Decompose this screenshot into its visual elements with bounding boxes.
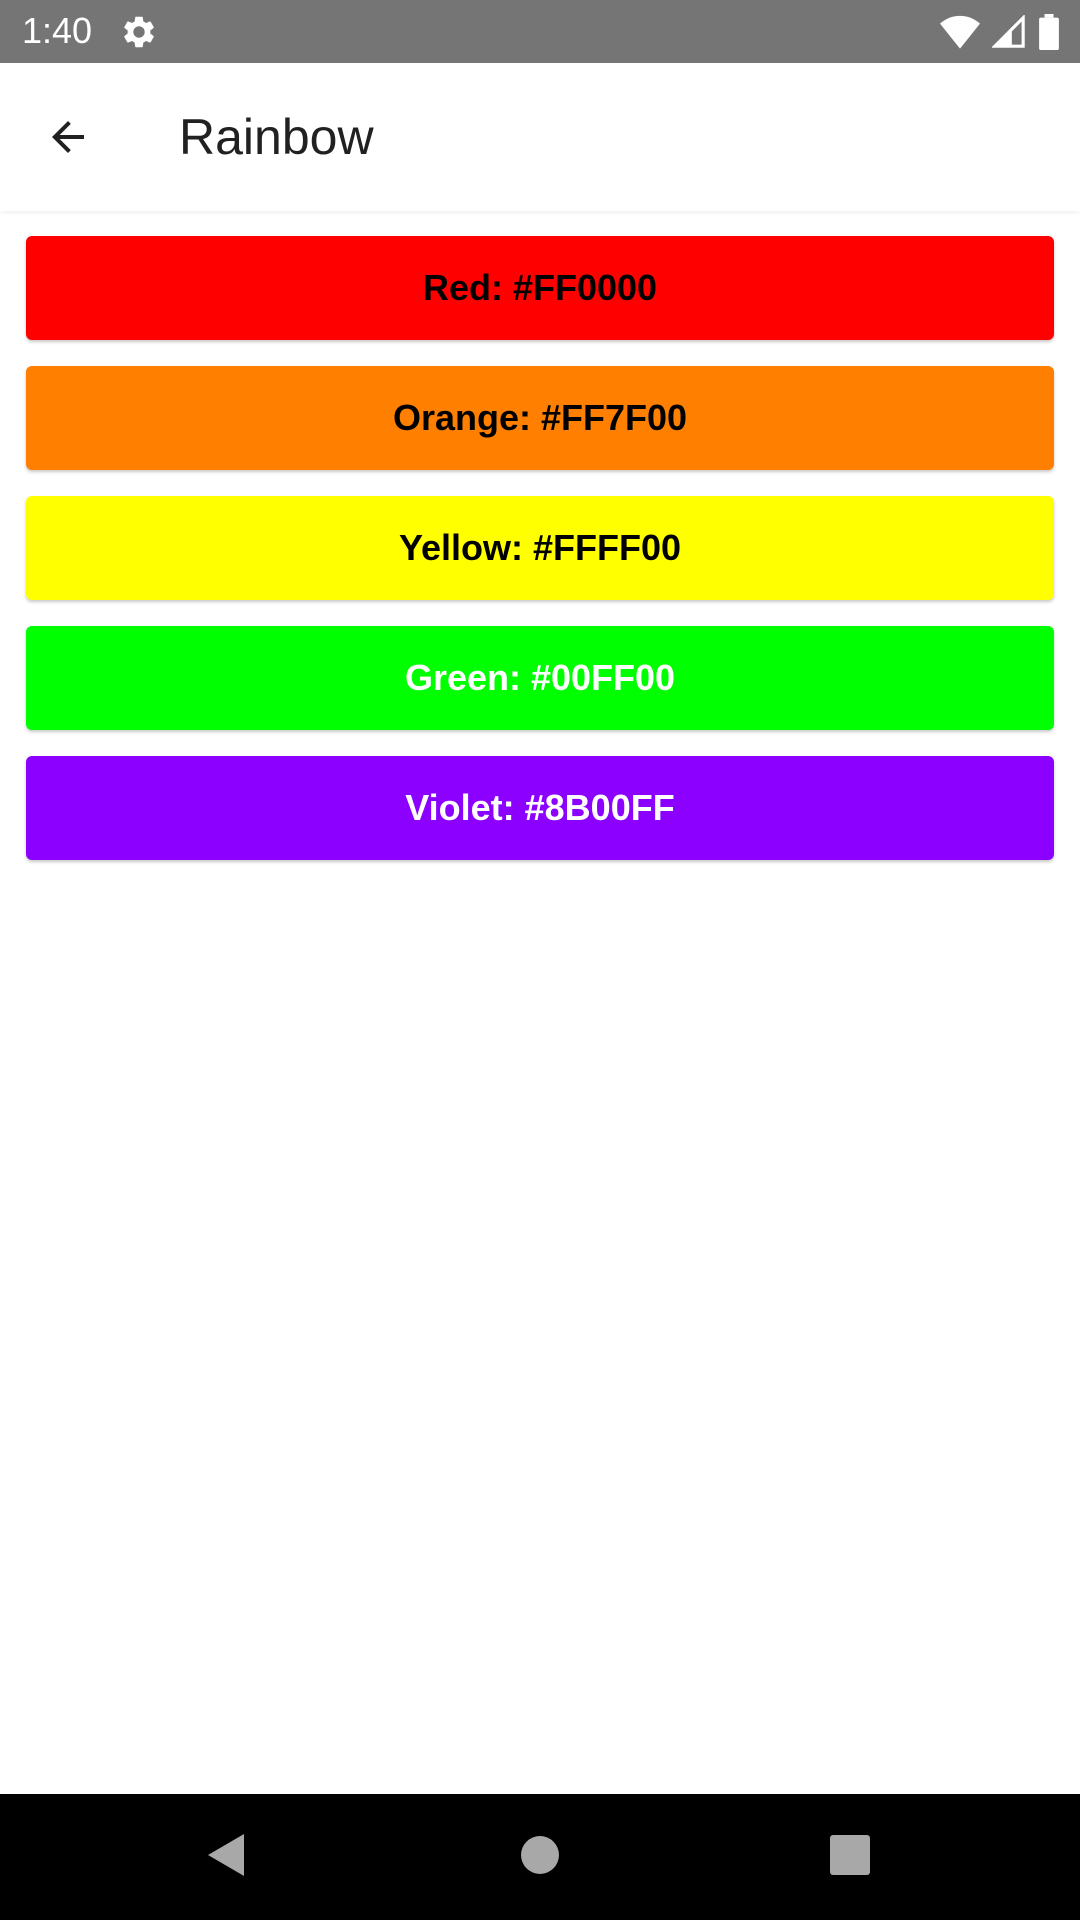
nav-recents-button[interactable] xyxy=(820,1827,880,1887)
status-time: 1:40 xyxy=(22,10,93,51)
color-button-violet[interactable]: Violet: #8B00FF xyxy=(26,756,1054,860)
back-button[interactable] xyxy=(28,99,108,179)
color-button-label: Red: #FF0000 xyxy=(422,267,658,308)
navigation-bar xyxy=(0,1794,1080,1920)
color-button-green[interactable]: Green: #00FF00 xyxy=(26,626,1054,730)
nav-back-button[interactable] xyxy=(195,1827,255,1887)
signal-icon xyxy=(992,15,1026,49)
color-button-label: Yellow: #FFFF00 xyxy=(398,527,682,568)
color-list: Red: #FF0000 Orange: #FF7F00 Yellow: #FF… xyxy=(26,236,1054,886)
color-button-orange[interactable]: Orange: #FF7F00 xyxy=(26,366,1054,470)
screen: 1:40 Rainbow Red: #FF0000 Orange: #FF7F0… xyxy=(0,0,1080,1920)
color-button-red[interactable]: Red: #FF0000 xyxy=(26,236,1054,340)
color-button-label: Orange: #FF7F00 xyxy=(392,397,688,438)
home-circle-icon xyxy=(519,1834,561,1881)
nav-home-button[interactable] xyxy=(510,1827,570,1887)
battery-icon xyxy=(1038,14,1060,50)
status-bar: 1:40 xyxy=(0,0,1080,63)
recents-square-icon xyxy=(830,1834,870,1880)
color-button-yellow[interactable]: Yellow: #FFFF00 xyxy=(26,496,1054,600)
back-triangle-icon xyxy=(204,1832,246,1883)
color-button-label: Violet: #8B00FF xyxy=(405,787,675,828)
wifi-icon xyxy=(940,15,980,49)
page-title: Rainbow xyxy=(179,109,374,165)
arrow-back-icon xyxy=(44,113,92,166)
color-button-label: Green: #00FF00 xyxy=(404,657,676,698)
status-icons xyxy=(940,12,1060,52)
gear-icon xyxy=(120,13,158,51)
app-bar: Rainbow xyxy=(0,63,1080,211)
